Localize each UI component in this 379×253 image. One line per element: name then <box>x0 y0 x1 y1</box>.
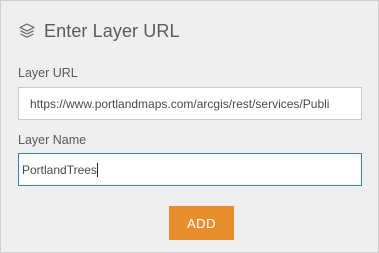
layer-url-value: https://www.portlandmaps.com/arcgis/rest… <box>30 96 330 111</box>
panel-title: Enter Layer URL <box>44 20 180 41</box>
text-caret <box>96 162 98 177</box>
panel-header: Enter Layer URL <box>18 19 180 43</box>
layer-url-label: Layer URL <box>18 66 78 80</box>
layer-url-input[interactable]: https://www.portlandmaps.com/arcgis/rest… <box>18 87 362 120</box>
add-layer-panel: Enter Layer URL Layer URL https://www.po… <box>0 0 379 253</box>
add-button[interactable]: ADD <box>169 206 234 240</box>
layers-icon <box>18 22 36 40</box>
layer-name-value: PortlandTrees <box>22 162 97 177</box>
layer-name-input[interactable]: PortlandTrees <box>18 153 362 186</box>
layer-name-label: Layer Name <box>18 133 87 147</box>
